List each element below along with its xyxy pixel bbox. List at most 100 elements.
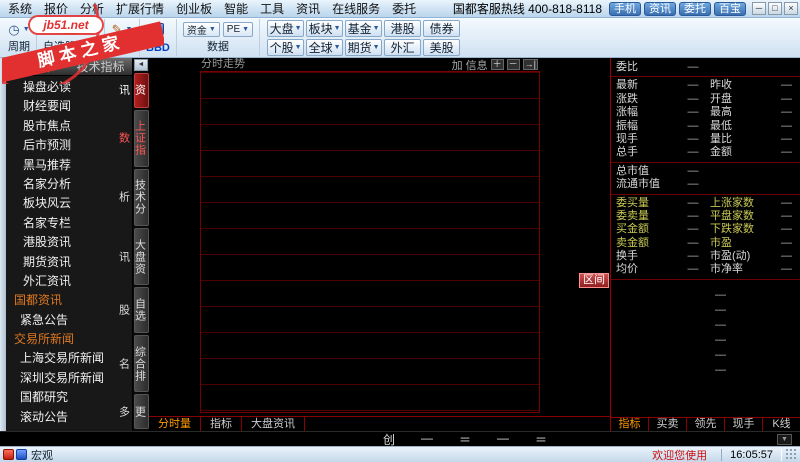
draw-line-group[interactable]: ✎ ▼ 画线 (105, 19, 141, 56)
vertical-tab-自选股[interactable]: 自选股 (118, 287, 149, 334)
quote-label: 卖金额 (616, 236, 649, 249)
sidebar-section-交易所新闻[interactable]: 交易所新闻 (6, 330, 132, 349)
menu-item-资讯[interactable]: 资讯 (290, 0, 326, 17)
market-button-美股[interactable]: 美股 (423, 38, 461, 56)
resize-grip[interactable] (786, 449, 797, 460)
menu-item-报价[interactable]: 报价 (38, 0, 74, 17)
close-button[interactable]: × (784, 2, 798, 15)
sidebar-item-操盘必读[interactable]: 操盘必读 (6, 78, 132, 97)
market-button-板块[interactable]: 板块 ▼ (306, 19, 344, 37)
eraser-icon[interactable] (63, 24, 78, 34)
sidebar-item-港股资讯[interactable]: 港股资讯 (6, 233, 132, 252)
sidebar-item-名家分析[interactable]: 名家分析 (6, 175, 132, 194)
quick-button-资讯[interactable]: 资讯 (644, 1, 676, 16)
zoom-in-button[interactable]: ＋ (490, 59, 504, 70)
quote-label: 买金额 (616, 223, 649, 236)
market-button-期货[interactable]: 期货 ▼ (345, 38, 383, 56)
macro-label[interactable]: 宏观 (31, 447, 53, 462)
clock-icon[interactable]: ◷ (8, 23, 19, 36)
sidebar-item-黑马推荐[interactable]: 黑马推荐 (6, 156, 132, 175)
brush-icon[interactable] (151, 23, 164, 35)
pencil-icon[interactable]: ✎ (112, 23, 123, 36)
quote-row: 买金额 — 下跌家数 — (611, 223, 800, 236)
watchlist-group[interactable]: 自选股 F10 (37, 19, 106, 56)
market-button-外汇[interactable]: 外汇 (384, 38, 422, 56)
menu-item-在线服务[interactable]: 在线服务 (326, 0, 386, 17)
jump-latest-button[interactable]: →| (522, 59, 538, 70)
menu-item-智能[interactable]: 智能 (218, 0, 254, 17)
sidebar-item-板块风云[interactable]: 板块风云 (6, 194, 132, 213)
market-button-债券[interactable]: 债券 (423, 19, 461, 37)
market-button-基金[interactable]: 基金 ▼ (345, 19, 383, 37)
ticker-item: 创 (383, 432, 396, 447)
quote-rows: 委比 — 最新 — 昨收 — 涨跌 — 开盘 — 涨幅 — 最高 — 振幅 — 最低 — 现手 — 量比 — 总手 — 金额 — 总… (611, 58, 800, 280)
menu-item-扩展行情[interactable]: 扩展行情 (110, 0, 170, 17)
ticker-dropdown-button[interactable]: ▼ (777, 434, 792, 445)
bbd-group[interactable]: BBD (140, 19, 177, 56)
quote-value: — (781, 223, 792, 236)
sidebar-item-股市焦点[interactable]: 股市焦点 (6, 117, 132, 136)
menu-item-分析[interactable]: 分析 (74, 0, 110, 17)
pe-dropdown[interactable]: PE ▼ (222, 21, 254, 37)
market-red-icon[interactable] (3, 449, 14, 460)
minimize-button[interactable]: ─ (752, 2, 766, 15)
panel-tab-现手[interactable]: 现手 (725, 418, 763, 431)
menu-items: 系统 报价 分析 扩展行情 创业板 智能 工具 资讯 在线服务 委托 (2, 0, 422, 17)
quote-row: 振幅 — 最低 — (611, 120, 800, 133)
market-button-全球[interactable]: 全球 ▼ (306, 38, 344, 56)
panel-tab-K线[interactable]: K线 (763, 418, 800, 431)
quote-value: — (687, 178, 699, 191)
market-button-大盘[interactable]: 大盘 ▼ (267, 19, 305, 37)
tab-news[interactable]: 资讯 (6, 58, 69, 75)
sidebar-item-上海交易所新闻[interactable]: 上海交易所新闻 (6, 349, 132, 368)
vertical-tab-更多[interactable]: 更多 (118, 394, 149, 429)
vertical-tab-大盘资讯[interactable]: 大盘资讯 (118, 228, 149, 286)
sidebar-section-国都资讯[interactable]: 国都资讯 (6, 291, 132, 310)
period-group[interactable]: ◷ ▼ 周期 (2, 19, 37, 56)
menu-item-工具[interactable]: 工具 (254, 0, 290, 17)
panel-tab-领先[interactable]: 领先 (687, 418, 725, 431)
news-sidebar: 资讯 技术指标 操盘必读 财经要闻 股市焦点 后市预测 黑马推荐 名家分析 板块风云 名家专栏… (6, 58, 133, 431)
quote-value: — (781, 106, 792, 119)
chart-tab-指标[interactable]: 指标 (201, 417, 242, 431)
sidebar-item-名家专栏[interactable]: 名家专栏 (6, 214, 132, 233)
sidebar-item-期货资讯[interactable]: 期货资讯 (6, 253, 132, 272)
market-button-个股[interactable]: 个股 ▼ (267, 38, 305, 56)
menu-item-委托[interactable]: 委托 (386, 0, 422, 17)
panel-footer-tabs: 指标 买卖 领先 现手 K线 (611, 417, 800, 431)
funds-dropdown[interactable]: 资金 ▼ (182, 21, 220, 37)
sidebar-item-外汇资讯[interactable]: 外汇资讯 (6, 272, 132, 291)
quote-value (774, 61, 800, 74)
sidebar-item-深圳交易所新闻[interactable]: 深圳交易所新闻 (6, 369, 132, 388)
collapse-sidebar-button[interactable]: ◄ (134, 59, 148, 71)
data-group[interactable]: 资金 ▼ PE ▼ 数据 (177, 19, 261, 56)
sidebar-item-国都研究[interactable]: 国都研究 (6, 388, 132, 407)
menu-item-系统[interactable]: 系统 (2, 0, 38, 17)
quote-value: — (781, 132, 792, 145)
market-blue-icon[interactable] (16, 449, 27, 460)
vertical-tab-资讯[interactable]: 资讯 (118, 73, 149, 108)
quick-button-手机[interactable]: 手机 (609, 1, 641, 16)
zoom-out-button[interactable]: － (506, 59, 520, 70)
sidebar-item-紧急公告[interactable]: 紧急公告 (6, 311, 132, 330)
menu-item-创业板[interactable]: 创业板 (170, 0, 218, 17)
range-button[interactable]: 区间 (579, 273, 609, 288)
intraday-chart-plot[interactable] (200, 71, 540, 413)
chart-tab-大盘资讯[interactable]: 大盘资讯 (242, 417, 305, 431)
chart-tab-分时量[interactable]: 分时量 (149, 417, 201, 431)
quote-value: — (781, 146, 792, 159)
sidebar-item-后市预测[interactable]: 后市预测 (6, 136, 132, 155)
quick-button-百宝[interactable]: 百宝 (714, 1, 746, 16)
quick-button-委托[interactable]: 委托 (679, 1, 711, 16)
market-button-港股[interactable]: 港股 (384, 19, 422, 37)
vertical-tab-技术分析[interactable]: 技术分析 (118, 168, 149, 227)
vertical-tab-综合排名[interactable]: 综合排名 (118, 335, 149, 393)
tab-technical-indicators[interactable]: 技术指标 (69, 58, 132, 75)
sidebar-item-财经要闻[interactable]: 财经要闻 (6, 97, 132, 116)
sidebar-item-滚动公告[interactable]: 滚动公告 (6, 408, 132, 427)
vertical-tab-上证指数[interactable]: 上证指数 (118, 109, 149, 167)
panel-tab-买卖[interactable]: 买卖 (649, 418, 687, 431)
restore-button[interactable]: □ (768, 2, 782, 15)
chevron-down-icon: ▼ (333, 24, 341, 32)
panel-tab-指标[interactable]: 指标 (611, 418, 649, 431)
